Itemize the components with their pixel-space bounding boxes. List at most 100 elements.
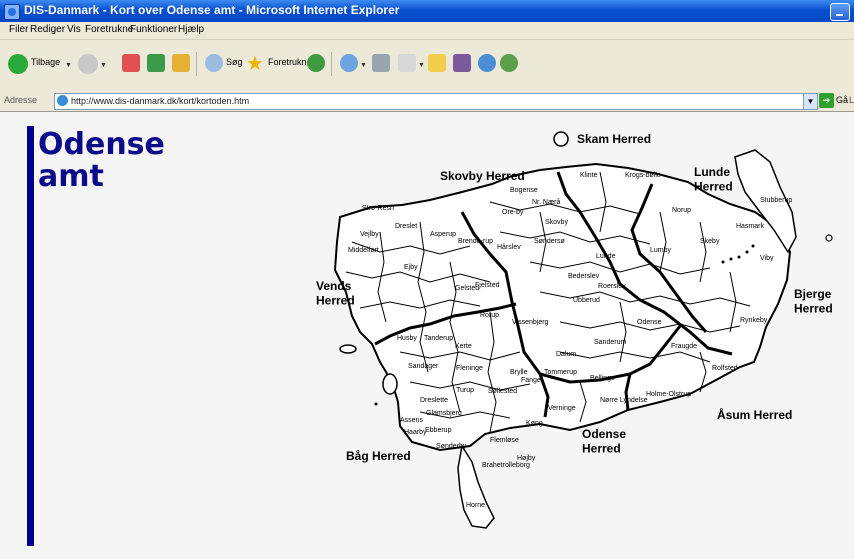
parish-name: Ubberud <box>573 297 600 304</box>
parish-name: Turup <box>456 387 474 394</box>
parish-name: Norup <box>672 207 691 214</box>
parish-name: Tanderup <box>424 335 453 342</box>
menu-bar: Filer Rediger Vis Foretrukne Funktioner … <box>0 22 854 40</box>
address-dropdown-icon[interactable]: ▼ <box>803 94 817 109</box>
menu-funktioner[interactable]: Funktioner <box>130 24 177 35</box>
parish-name: Brylle <box>510 369 528 376</box>
forward-dropdown-icon[interactable]: ▼ <box>100 62 107 69</box>
address-label: Adresse <box>4 95 38 105</box>
parish-name: Flemløse <box>490 437 519 444</box>
island-f <box>721 260 725 264</box>
parish-name: Køng <box>526 420 543 427</box>
island-h <box>737 255 741 259</box>
parish-name: Ore-by <box>502 209 524 216</box>
minimize-button[interactable] <box>830 3 850 21</box>
msn-icon[interactable] <box>500 54 518 72</box>
folder-icon[interactable] <box>428 54 446 72</box>
page-icon <box>57 95 68 106</box>
menu-foretrukne[interactable]: Foretrukne <box>85 24 133 35</box>
messenger-icon[interactable] <box>478 54 496 72</box>
parish-name: Brende-rup <box>458 238 493 245</box>
parish-name: Højby <box>517 455 536 462</box>
print-icon[interactable] <box>372 54 390 72</box>
parish-name: Ejby <box>404 264 418 271</box>
label-vends-herred: Vends Herred <box>316 279 355 307</box>
parish-name: Horne <box>466 502 485 509</box>
label-lunde-herred: Lunde Herred <box>694 165 733 193</box>
label-bjerge-herred: Bjerge Herred <box>794 287 833 315</box>
back-label[interactable]: Tilbage <box>31 57 60 67</box>
history-icon[interactable] <box>340 54 358 72</box>
island-c <box>382 373 398 395</box>
menu-vis[interactable]: Vis <box>67 24 81 35</box>
island-g <box>729 257 733 261</box>
parish-name: Gelsted <box>455 285 479 292</box>
favorites-icon[interactable]: ★ <box>246 54 266 74</box>
edit-dropdown-icon[interactable]: ▼ <box>418 62 425 69</box>
parish-name: Dreslet <box>395 223 417 230</box>
parish-name: Lumby <box>650 247 672 254</box>
refresh-icon[interactable] <box>147 54 165 72</box>
forward-icon[interactable] <box>78 54 98 74</box>
parish-name: Klinte <box>580 172 598 179</box>
links-label[interactable]: L <box>849 95 854 105</box>
south-tail <box>457 443 495 529</box>
island-j <box>751 244 755 248</box>
window-title: DIS-Danmark - Kort over Odense amt - Mic… <box>24 3 400 17</box>
address-bar: Adresse http://www.dis-danmark.dk/kort/k… <box>0 92 854 110</box>
home-icon[interactable] <box>172 54 190 72</box>
stop-icon[interactable] <box>122 54 140 72</box>
menu-filer[interactable]: Filer <box>9 24 28 35</box>
page-content: Odense amt Klinte Krogs-bølle Bogense No… <box>0 111 854 559</box>
island-b <box>339 344 357 354</box>
parish-name: Lunde <box>596 253 616 260</box>
toolbar: Tilbage ▼ ▼ Søg ★ Foretrukne ▼ ▼ <box>0 40 854 92</box>
parish-name: Ebberup <box>425 427 452 434</box>
back-dropdown-icon[interactable]: ▼ <box>65 62 72 69</box>
parish-name: Fraugde <box>671 343 697 350</box>
menu-hjaelp[interactable]: Hjælp <box>178 24 204 35</box>
parish-name: Odense <box>637 319 662 326</box>
search-icon[interactable] <box>205 54 223 72</box>
funen-map: Klinte Krogs-bølle Bogense Norup Ore-by … <box>316 131 833 529</box>
favorites-label[interactable]: Foretrukne <box>268 57 312 67</box>
parish-name: Bellinge <box>590 375 615 382</box>
parish-name: Tommerup <box>544 369 577 376</box>
island-a <box>553 131 569 147</box>
label-aasum-herred: Åsum Herred <box>717 407 792 422</box>
go-button[interactable]: Gå <box>836 95 848 105</box>
parish-name: Dreslette <box>420 397 448 404</box>
back-icon[interactable] <box>8 54 28 74</box>
label-odense-herred: Odense Herred <box>582 427 626 455</box>
parish-name: Verninge <box>548 405 576 412</box>
island-d <box>825 234 833 242</box>
parish-name: Stubberup <box>760 197 792 204</box>
parish-name: Haarby <box>404 429 427 436</box>
parish-name: Skeby <box>700 238 720 245</box>
parish-name: Strø-Resn <box>362 205 394 212</box>
search-label[interactable]: Søg <box>226 57 243 67</box>
go-arrow-icon[interactable]: ➔ <box>819 93 834 108</box>
parish-name: Krogs-bølle <box>625 172 661 179</box>
label-baag-herred: Båg Herred <box>346 449 411 463</box>
parish-name: Sandager <box>408 363 439 370</box>
history-dropdown-icon[interactable]: ▼ <box>360 62 367 69</box>
research-icon[interactable] <box>453 54 471 72</box>
parish-name: Bogense <box>510 187 538 194</box>
parish-name: Søllested <box>488 388 517 395</box>
parish-name: Rynkeby <box>740 317 768 324</box>
parish-name: Fleninge <box>456 365 483 372</box>
media-icon[interactable] <box>307 54 325 72</box>
menu-rediger[interactable]: Rediger <box>30 24 65 35</box>
address-input[interactable]: http://www.dis-danmark.dk/kort/kortoden.… <box>54 93 818 110</box>
parish-name: Skovby <box>545 219 568 226</box>
parish-name: Kerte <box>455 343 472 350</box>
edit-icon[interactable] <box>398 54 416 72</box>
island-e <box>374 402 378 406</box>
toolbar-separator <box>196 52 197 76</box>
parish-name: Holme-Olstrup <box>646 391 691 398</box>
window-titlebar[interactable]: DIS-Danmark - Kort over Odense amt - Mic… <box>0 0 854 22</box>
parish-name: Sønderby <box>436 443 467 450</box>
address-url[interactable]: http://www.dis-danmark.dk/kort/kortoden.… <box>71 96 249 106</box>
parish-name: Brahetrolleborg <box>482 462 530 469</box>
